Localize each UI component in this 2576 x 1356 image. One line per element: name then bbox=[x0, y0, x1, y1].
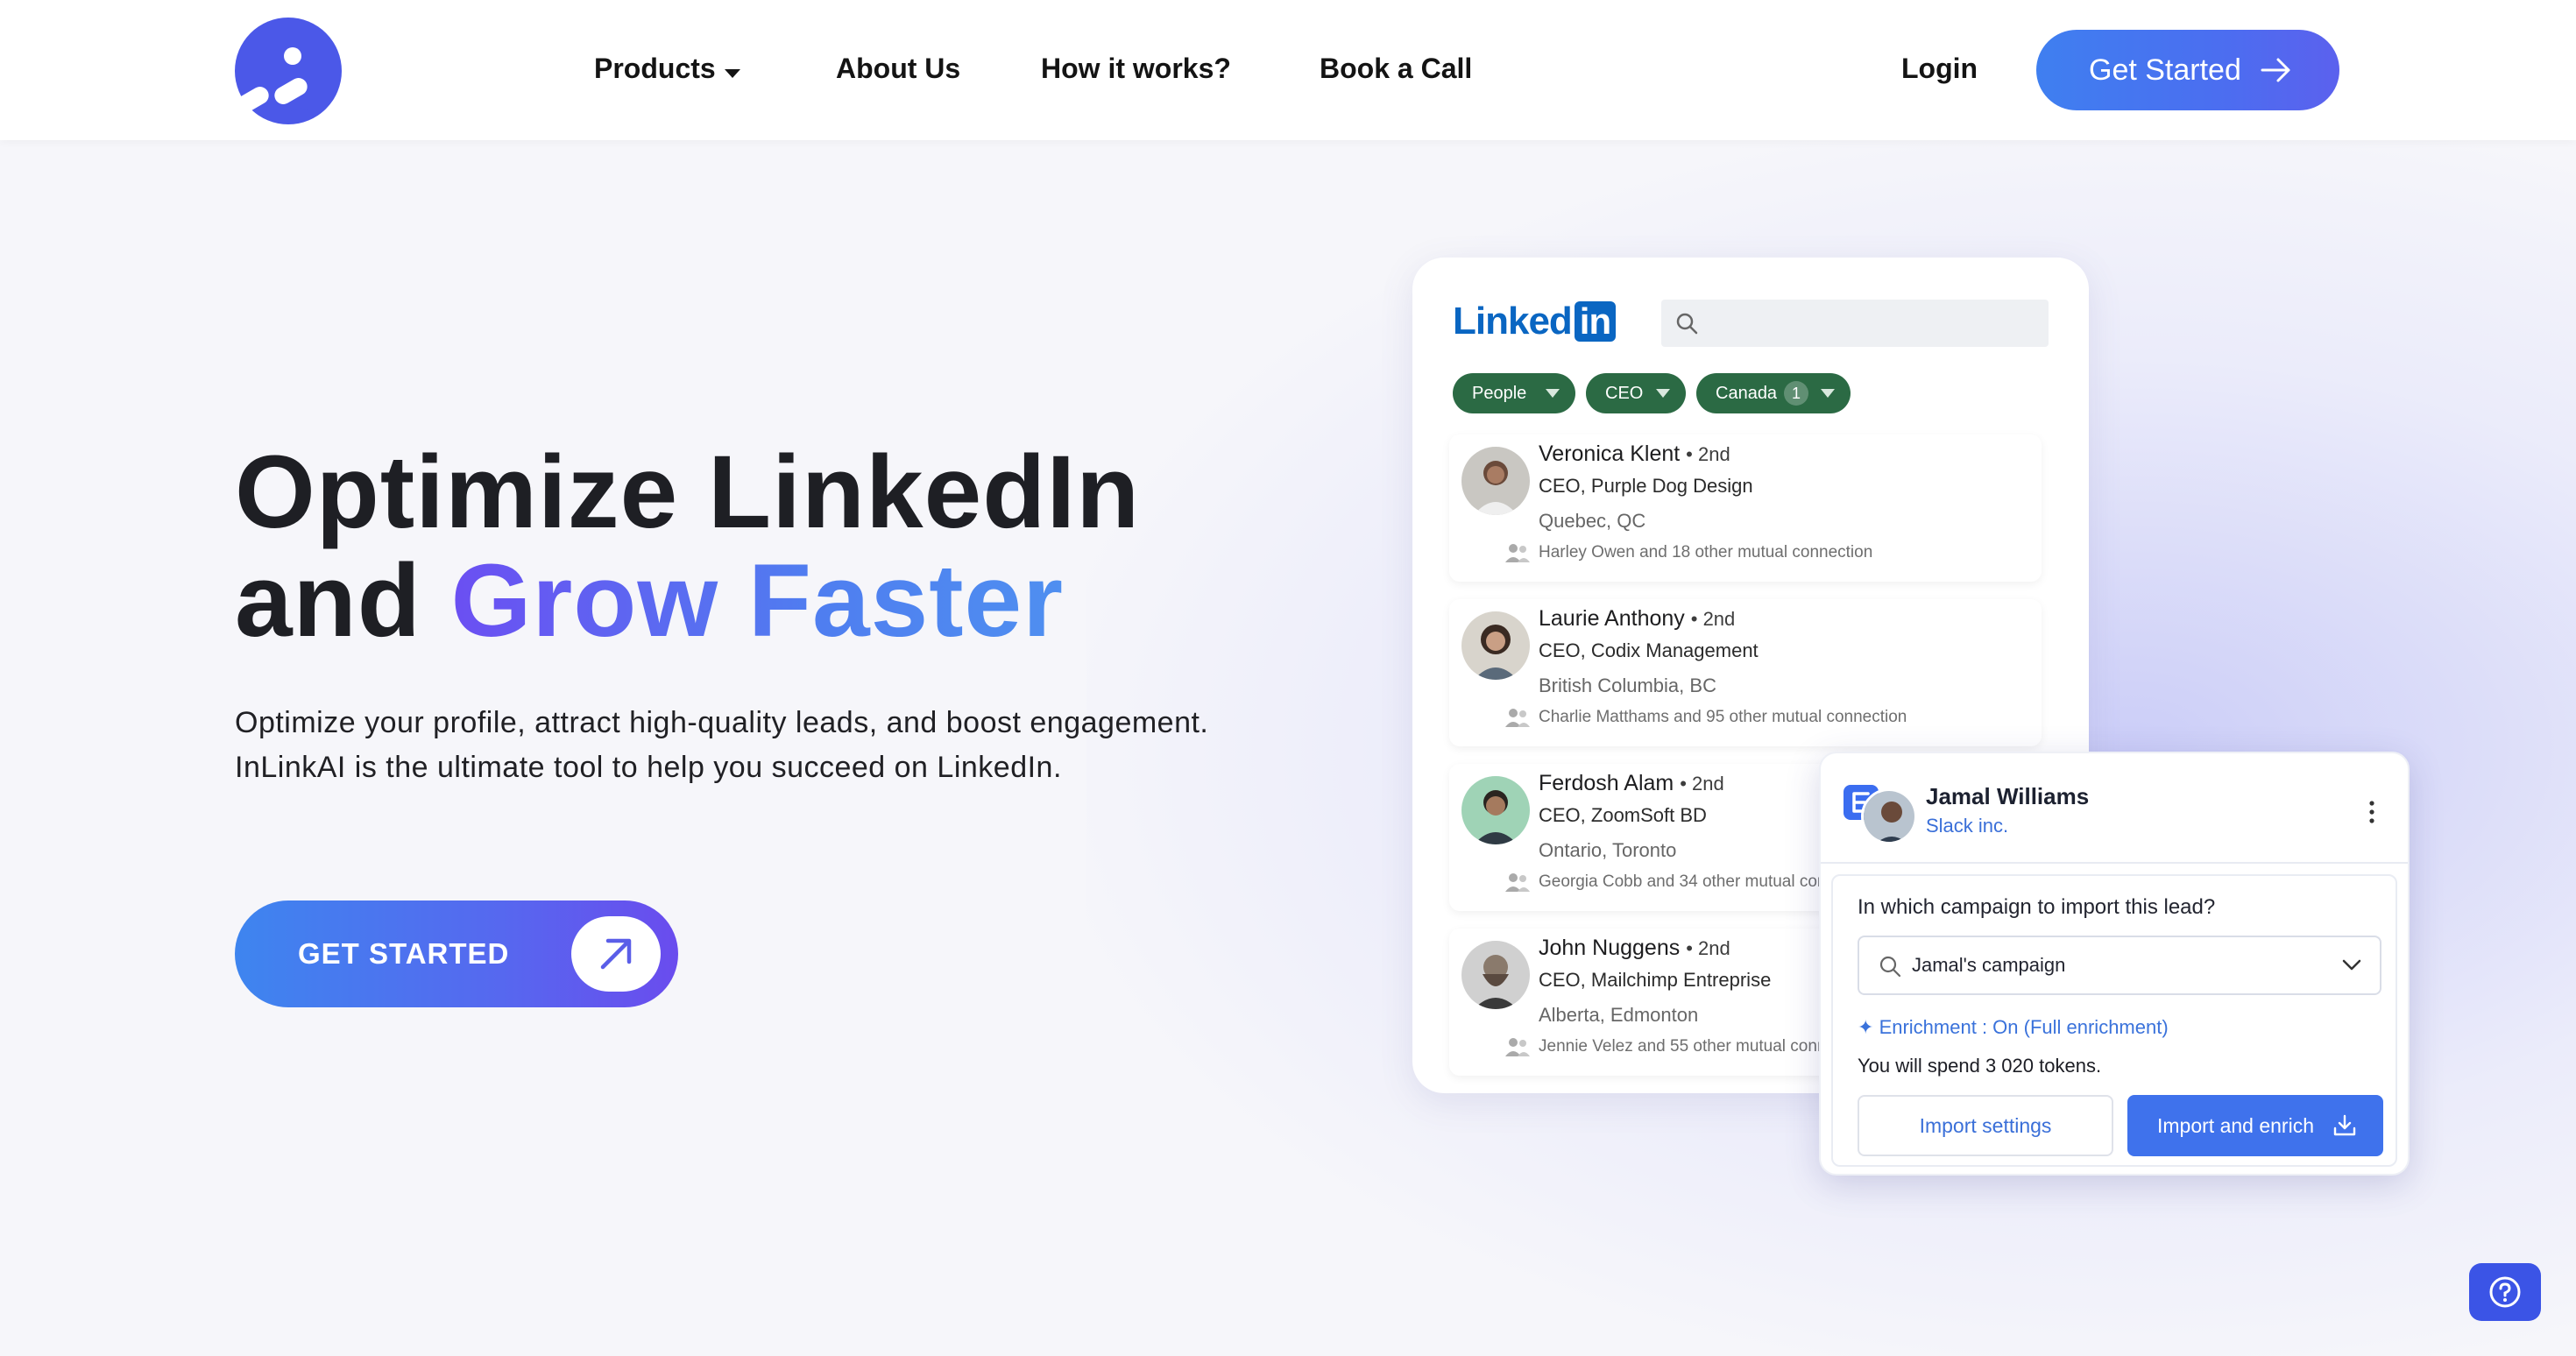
person-name-text: Veronica Klent bbox=[1539, 441, 1681, 466]
get-started-button[interactable]: Get Started bbox=[2036, 30, 2339, 110]
person-mutual: Charlie Matthams and 95 other mutual con… bbox=[1505, 708, 1907, 727]
avatar bbox=[1461, 447, 1530, 515]
import-form: In which campaign to import this lead? J… bbox=[1831, 874, 2397, 1167]
nav-how-it-works[interactable]: How it works? bbox=[1041, 49, 1231, 88]
filter-chip-label: CEO bbox=[1605, 384, 1644, 403]
person-title: CEO, Codix Management bbox=[1539, 639, 1759, 661]
campaign-question: In which campaign to import this lead? bbox=[1858, 895, 2216, 919]
enrichment-status[interactable]: ✦ Enrichment : On (Full enrichment) bbox=[1858, 1016, 2169, 1039]
person-result[interactable]: Laurie Anthony • 2nd CEO, Codix Manageme… bbox=[1449, 599, 2042, 746]
nav-products-label: Products bbox=[594, 53, 716, 84]
hero-get-started-button[interactable]: GET STARTED bbox=[235, 900, 678, 1007]
get-started-label: Get Started bbox=[2089, 53, 2241, 87]
import-settings-button[interactable]: Import settings bbox=[1858, 1095, 2113, 1156]
enrichment-text: Enrichment : On (Full enrichment) bbox=[1879, 1016, 2169, 1038]
search-icon bbox=[1879, 956, 1901, 978]
caret-down-icon bbox=[1656, 389, 1670, 398]
person-mutual: Harley Owen and 18 other mutual connecti… bbox=[1505, 543, 1873, 562]
hero-description: Optimize your profile, attract high-qual… bbox=[235, 706, 1209, 784]
filter-chip-ceo[interactable]: CEO bbox=[1586, 373, 1686, 413]
caret-down-icon bbox=[724, 68, 740, 78]
mutual-text: Charlie Matthams and 95 other mutual con… bbox=[1539, 708, 1907, 726]
chevron-down-icon bbox=[2342, 959, 2361, 971]
person-location: Quebec, QC bbox=[1539, 510, 1646, 532]
person-name-text: Ferdosh Alam bbox=[1539, 771, 1674, 795]
person-location: Ontario, Toronto bbox=[1539, 839, 1677, 861]
caret-down-icon bbox=[1546, 389, 1560, 398]
linkedin-logo-text: Linked bbox=[1453, 300, 1573, 343]
filter-chip-label: People bbox=[1472, 384, 1527, 403]
avatar bbox=[1461, 776, 1530, 844]
download-icon bbox=[2333, 1114, 2356, 1136]
connection-degree: • 2nd bbox=[1680, 773, 1724, 795]
person-name[interactable]: John Nuggens • 2nd bbox=[1539, 936, 1730, 961]
hero-cta-circle bbox=[571, 916, 661, 992]
search-icon bbox=[1676, 313, 1698, 335]
campaign-select[interactable]: Jamal's campaign bbox=[1858, 936, 2381, 995]
hero-title-line1: Optimize LinkedIn bbox=[235, 434, 1141, 550]
linkedin-logo-in: in bbox=[1574, 301, 1617, 342]
nav-book-a-call[interactable]: Book a Call bbox=[1320, 49, 1472, 88]
token-spend-text: You will spend 3 020 tokens. bbox=[1858, 1055, 2102, 1077]
mutual-text: Harley Owen and 18 other mutual connecti… bbox=[1539, 543, 1873, 561]
hero-title-accent: Grow Faster bbox=[450, 543, 1065, 659]
lead-name: Jamal Williams bbox=[1926, 783, 2090, 809]
linkedin-search-input[interactable] bbox=[1661, 300, 2049, 347]
mutual-connections-icon bbox=[1505, 709, 1530, 727]
linkedin-logo: Linked in bbox=[1453, 300, 1617, 343]
import-and-enrich-label: Import and enrich bbox=[2157, 1114, 2314, 1137]
sparkle-icon: ✦ bbox=[1858, 1016, 1874, 1038]
person-title: CEO, ZoomSoft BD bbox=[1539, 804, 1707, 826]
avatar bbox=[1461, 941, 1530, 1009]
person-name[interactable]: Laurie Anthony • 2nd bbox=[1539, 606, 1735, 632]
nav-about-us[interactable]: About Us bbox=[836, 49, 960, 88]
person-title: CEO, Purple Dog Design bbox=[1539, 475, 1753, 497]
brand-logo-icon[interactable] bbox=[231, 18, 342, 124]
filter-count-badge: 1 bbox=[1784, 381, 1809, 406]
help-icon bbox=[2489, 1276, 2521, 1308]
connection-degree: • 2nd bbox=[1686, 937, 1730, 959]
connection-degree: • 2nd bbox=[1686, 443, 1730, 465]
mutual-connections-icon bbox=[1505, 873, 1530, 892]
divider bbox=[1821, 862, 2408, 864]
person-location: British Columbia, BC bbox=[1539, 674, 1716, 696]
arrow-up-right-icon bbox=[600, 938, 632, 970]
hero-title-line2-plain: and bbox=[235, 543, 451, 659]
connection-degree: • 2nd bbox=[1690, 608, 1736, 630]
person-result[interactable]: Veronica Klent • 2nd CEO, Purple Dog Des… bbox=[1449, 434, 2042, 582]
avatar bbox=[1861, 788, 1917, 844]
top-navbar: Products About Us How it works? Book a C… bbox=[0, 0, 2576, 140]
import-and-enrich-button[interactable]: Import and enrich bbox=[2127, 1095, 2383, 1156]
login-link[interactable]: Login bbox=[1901, 49, 1978, 88]
import-lead-popup: Jamal Williams Slack inc. In which campa… bbox=[1819, 752, 2410, 1176]
hero-title: Optimize LinkedIn and Grow Faster bbox=[235, 438, 1374, 655]
mutual-connections-icon bbox=[1505, 544, 1530, 562]
avatar bbox=[1461, 611, 1530, 680]
nav-products[interactable]: Products bbox=[594, 49, 740, 88]
person-location: Alberta, Edmonton bbox=[1539, 1004, 1699, 1026]
person-name-text: John Nuggens bbox=[1539, 936, 1681, 960]
hero-cta-label: GET STARTED bbox=[298, 937, 510, 970]
filter-chip-canada[interactable]: Canada 1 bbox=[1696, 373, 1851, 413]
mutual-connections-icon bbox=[1505, 1038, 1530, 1056]
filter-chip-people[interactable]: People bbox=[1453, 373, 1575, 413]
caret-down-icon bbox=[1821, 389, 1835, 398]
campaign-select-value: Jamal's campaign bbox=[1912, 954, 2066, 976]
person-name[interactable]: Veronica Klent • 2nd bbox=[1539, 441, 1730, 467]
person-name-text: Laurie Anthony bbox=[1539, 606, 1685, 631]
filter-chip-label: Canada bbox=[1716, 384, 1778, 403]
help-button[interactable] bbox=[2469, 1263, 2541, 1321]
person-name[interactable]: Ferdosh Alam • 2nd bbox=[1539, 771, 1724, 796]
arrow-right-icon bbox=[2261, 58, 2290, 82]
person-title: CEO, Mailchimp Entreprise bbox=[1539, 969, 1772, 991]
lead-company: Slack inc. bbox=[1926, 815, 2009, 837]
kebab-menu-icon[interactable] bbox=[2369, 801, 2374, 823]
